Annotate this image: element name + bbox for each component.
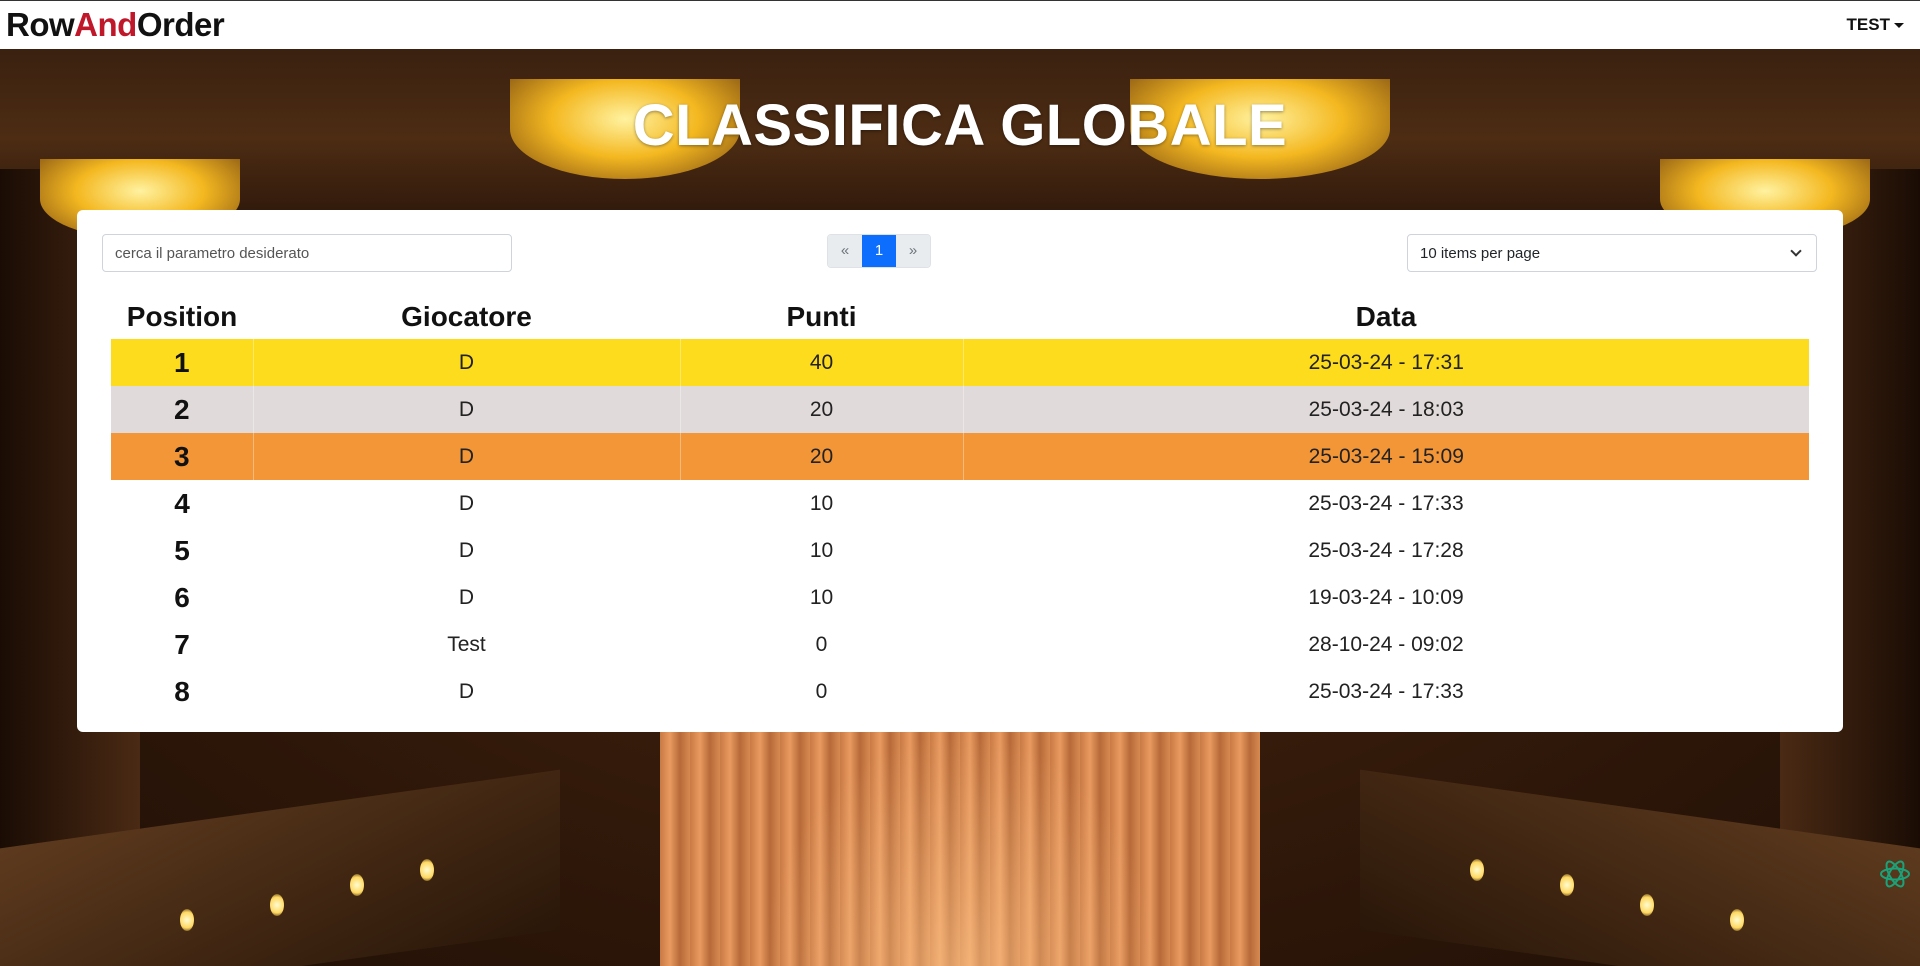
items-per-page-value: 10 items per page: [1420, 244, 1541, 262]
user-menu-dropdown[interactable]: TEST: [1847, 15, 1904, 35]
balcony-light: [1730, 909, 1744, 931]
cell-player: D: [458, 491, 475, 515]
header-date[interactable]: Data: [963, 295, 1809, 339]
header-position[interactable]: Position: [111, 295, 253, 339]
caret-down-icon: [1894, 22, 1904, 28]
cell-points: 0: [815, 679, 828, 703]
table-row: 1 D 40 25-03-24 - 17:31: [111, 339, 1809, 386]
table-row: 7 Test 0 28-10-24 - 09:02: [111, 621, 1809, 668]
balcony-light: [270, 894, 284, 916]
cell-position: 8: [174, 675, 190, 707]
cell-player: D: [252, 433, 680, 480]
header-player[interactable]: Giocatore: [253, 295, 680, 339]
table-header-row: Position Giocatore Punti Data: [111, 295, 1809, 339]
cell-position: 1: [111, 339, 253, 386]
cell-date: 25-03-24 - 17:28: [1308, 538, 1464, 562]
leaderboard-table: Position Giocatore Punti Data 1 D 40 25-…: [111, 295, 1809, 715]
cell-position: 5: [174, 534, 190, 566]
cell-position: 7: [174, 628, 190, 660]
cell-position: 4: [174, 487, 190, 519]
pagination-next-button[interactable]: »: [896, 235, 930, 267]
cell-date: 25-03-24 - 17:31: [962, 339, 1809, 386]
cell-player: D: [252, 339, 680, 386]
header-points[interactable]: Punti: [680, 295, 963, 339]
brand-text-row: Row: [6, 6, 75, 43]
cell-player: Test: [447, 632, 486, 656]
brand-text-order: Order: [136, 6, 225, 43]
table-row: 4 D 10 25-03-24 - 17:33: [111, 480, 1809, 527]
search-input[interactable]: [102, 234, 512, 272]
pagination: « 1 »: [827, 234, 931, 268]
pagination-prev-button[interactable]: «: [828, 235, 862, 267]
cell-points: 0: [815, 632, 828, 656]
balcony-light: [350, 874, 364, 896]
brand-logo[interactable]: RowAndOrder: [6, 6, 225, 44]
items-per-page-select[interactable]: 10 items per page: [1407, 234, 1817, 272]
chevron-down-icon: [1790, 245, 1802, 257]
table-row: 2 D 20 25-03-24 - 18:03: [111, 386, 1809, 433]
cell-date: 25-03-24 - 17:33: [1308, 679, 1464, 703]
assistant-icon[interactable]: [1878, 857, 1912, 891]
balcony-light: [1560, 874, 1574, 896]
cell-date: 25-03-24 - 18:03: [962, 386, 1809, 433]
cell-player: D: [458, 585, 475, 609]
cell-points: 20: [679, 386, 963, 433]
leaderboard-card: « 1 » 10 items per page Position Giocato…: [77, 210, 1843, 732]
top-navbar: RowAndOrder TEST: [0, 0, 1920, 49]
cell-points: 10: [809, 491, 834, 515]
cell-points: 10: [809, 585, 834, 609]
pagination-page-1[interactable]: 1: [862, 235, 896, 267]
brand-text-and: And: [74, 6, 137, 43]
cell-points: 20: [679, 433, 963, 480]
cell-player: D: [252, 386, 680, 433]
table-row: 3 D 20 25-03-24 - 15:09: [111, 433, 1809, 480]
cell-date: 25-03-24 - 17:33: [1308, 491, 1464, 515]
cell-player: D: [458, 538, 475, 562]
page-title: CLASSIFICA GLOBALE: [632, 93, 1288, 158]
cell-position: 2: [111, 386, 253, 433]
table-row: 6 D 10 19-03-24 - 10:09: [111, 574, 1809, 621]
cell-position: 3: [111, 433, 253, 480]
user-menu-label: TEST: [1846, 15, 1890, 34]
cell-date: 25-03-24 - 15:09: [962, 433, 1809, 480]
cell-date: 19-03-24 - 10:09: [1308, 585, 1464, 609]
cell-date: 28-10-24 - 09:02: [1308, 632, 1464, 656]
balcony-light: [1640, 894, 1654, 916]
cell-position: 6: [174, 581, 190, 613]
curtain-glow: [760, 731, 1160, 966]
table-row: 5 D 10 25-03-24 - 17:28: [111, 527, 1809, 574]
table-row: 8 D 0 25-03-24 - 17:33: [111, 668, 1809, 715]
cell-points: 10: [809, 538, 834, 562]
cell-player: D: [458, 679, 475, 703]
balcony-light: [420, 859, 434, 881]
balcony-light: [1470, 859, 1484, 881]
cell-points: 40: [679, 339, 963, 386]
balcony-light: [180, 909, 194, 931]
